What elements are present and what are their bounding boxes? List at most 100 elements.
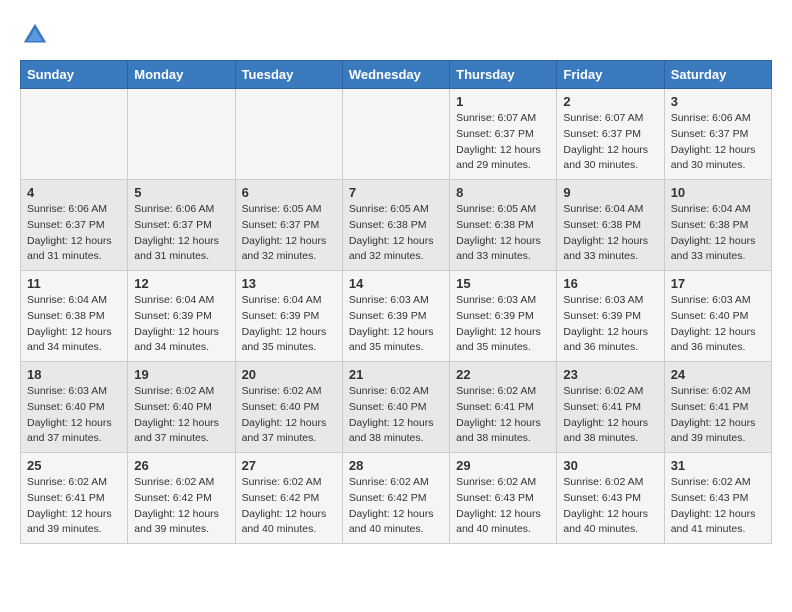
day-cell: 10Sunrise: 6:04 AM Sunset: 6:38 PM Dayli… <box>664 180 771 271</box>
day-number: 25 <box>27 458 121 473</box>
day-info: Sunrise: 6:06 AM Sunset: 6:37 PM Dayligh… <box>27 202 121 265</box>
week-row-3: 11 Sunrise: 6:04 AM Sunset: 6:38 PM Dayli… <box>21 271 772 362</box>
day-info: Sunrise: 6:02 AM Sunset: 6:42 PM Dayligh… <box>134 475 228 538</box>
header-cell-tuesday: Tuesday <box>235 61 342 89</box>
day-number: 12 <box>134 276 228 291</box>
day-info: Sunrise: 6:05 AM Sunset: 6:38 PM Dayligh… <box>349 202 443 265</box>
day-number: 22 <box>456 367 550 382</box>
day-info: Sunrise: 6:04 AM Sunset: 6:39 PM Dayligh… <box>242 293 336 356</box>
day-cell: 7 Sunrise: 6:05 AM Sunset: 6:38 PM Daylig… <box>342 180 449 271</box>
day-info: Sunrise: 6:07 AM Sunset: 6:37 PM Dayligh… <box>456 111 550 174</box>
day-info: Sunrise: 6:04 AM Sunset: 6:38 PM Dayligh… <box>671 202 765 265</box>
day-number: 6 <box>242 185 336 200</box>
day-number: 20 <box>242 367 336 382</box>
day-number: 13 <box>242 276 336 291</box>
week-row-4: 18 Sunrise: 6:03 AM Sunset: 6:40 PM Dayli… <box>21 362 772 453</box>
day-number: 28 <box>349 458 443 473</box>
day-cell: 8 Sunrise: 6:05 AM Sunset: 6:38 PM Daylig… <box>450 180 557 271</box>
day-cell: 30 Sunrise: 6:02 AM Sunset: 6:43 PM Dayli… <box>557 453 664 544</box>
day-info: Sunrise: 6:02 AM Sunset: 6:43 PM Dayligh… <box>563 475 657 538</box>
day-number: 29 <box>456 458 550 473</box>
header-row: SundayMondayTuesdayWednesdayThursdayFrid… <box>21 61 772 89</box>
day-number: 27 <box>242 458 336 473</box>
day-cell: 14Sunrise: 6:03 AM Sunset: 6:39 PM Dayli… <box>342 271 449 362</box>
day-info: Sunrise: 6:02 AM Sunset: 6:41 PM Dayligh… <box>563 384 657 447</box>
day-number: 1 <box>456 94 550 109</box>
day-cell: 5 Sunrise: 6:06 AM Sunset: 6:37 PM Daylig… <box>128 180 235 271</box>
day-number: 21 <box>349 367 443 382</box>
day-cell: 26 Sunrise: 6:02 AM Sunset: 6:42 PM Dayli… <box>128 453 235 544</box>
day-number: 23 <box>563 367 657 382</box>
day-number: 8 <box>456 185 550 200</box>
day-number: 2 <box>563 94 657 109</box>
day-info: Sunrise: 6:06 AM Sunset: 6:37 PM Dayligh… <box>671 111 765 174</box>
day-cell: 25 Sunrise: 6:02 AM Sunset: 6:41 PM Dayli… <box>21 453 128 544</box>
day-cell: 17Sunrise: 6:03 AM Sunset: 6:40 PM Dayli… <box>664 271 771 362</box>
day-info: Sunrise: 6:03 AM Sunset: 6:40 PM Dayligh… <box>27 384 121 447</box>
day-cell: 22Sunrise: 6:02 AM Sunset: 6:41 PM Dayli… <box>450 362 557 453</box>
day-number: 5 <box>134 185 228 200</box>
day-info: Sunrise: 6:04 AM Sunset: 6:39 PM Dayligh… <box>134 293 228 356</box>
day-cell <box>342 89 449 180</box>
day-number: 9 <box>563 185 657 200</box>
day-info: Sunrise: 6:02 AM Sunset: 6:40 PM Dayligh… <box>349 384 443 447</box>
day-cell: 23 Sunrise: 6:02 AM Sunset: 6:41 PM Dayli… <box>557 362 664 453</box>
day-number: 4 <box>27 185 121 200</box>
day-info: Sunrise: 6:02 AM Sunset: 6:41 PM Dayligh… <box>27 475 121 538</box>
header-cell-monday: Monday <box>128 61 235 89</box>
day-number: 7 <box>349 185 443 200</box>
week-row-1: 1 Sunrise: 6:07 AM Sunset: 6:37 PM Daylig… <box>21 89 772 180</box>
day-cell: 31 Sunrise: 6:02 AM Sunset: 6:43 PM Dayli… <box>664 453 771 544</box>
day-info: Sunrise: 6:03 AM Sunset: 6:39 PM Dayligh… <box>456 293 550 356</box>
day-cell: 1 Sunrise: 6:07 AM Sunset: 6:37 PM Daylig… <box>450 89 557 180</box>
day-cell: 18 Sunrise: 6:03 AM Sunset: 6:40 PM Dayli… <box>21 362 128 453</box>
day-cell: 11 Sunrise: 6:04 AM Sunset: 6:38 PM Dayli… <box>21 271 128 362</box>
day-info: Sunrise: 6:03 AM Sunset: 6:39 PM Dayligh… <box>349 293 443 356</box>
day-number: 18 <box>27 367 121 382</box>
day-number: 30 <box>563 458 657 473</box>
day-info: Sunrise: 6:02 AM Sunset: 6:43 PM Dayligh… <box>456 475 550 538</box>
calendar-body: 1 Sunrise: 6:07 AM Sunset: 6:37 PM Daylig… <box>21 89 772 544</box>
day-info: Sunrise: 6:04 AM Sunset: 6:38 PM Dayligh… <box>27 293 121 356</box>
header-cell-friday: Friday <box>557 61 664 89</box>
page-header <box>20 20 772 50</box>
day-cell: 20 Sunrise: 6:02 AM Sunset: 6:40 PM Dayli… <box>235 362 342 453</box>
day-number: 3 <box>671 94 765 109</box>
day-number: 26 <box>134 458 228 473</box>
day-cell <box>128 89 235 180</box>
day-info: Sunrise: 6:03 AM Sunset: 6:39 PM Dayligh… <box>563 293 657 356</box>
day-info: Sunrise: 6:02 AM Sunset: 6:42 PM Dayligh… <box>242 475 336 538</box>
week-row-2: 4 Sunrise: 6:06 AM Sunset: 6:37 PM Daylig… <box>21 180 772 271</box>
day-cell: 29 Sunrise: 6:02 AM Sunset: 6:43 PM Dayli… <box>450 453 557 544</box>
day-number: 31 <box>671 458 765 473</box>
day-cell: 4 Sunrise: 6:06 AM Sunset: 6:37 PM Daylig… <box>21 180 128 271</box>
logo <box>20 20 54 50</box>
day-number: 16 <box>563 276 657 291</box>
day-info: Sunrise: 6:03 AM Sunset: 6:40 PM Dayligh… <box>671 293 765 356</box>
day-cell: 28 Sunrise: 6:02 AM Sunset: 6:42 PM Dayli… <box>342 453 449 544</box>
calendar-header: SundayMondayTuesdayWednesdayThursdayFrid… <box>21 61 772 89</box>
day-cell: 16 Sunrise: 6:03 AM Sunset: 6:39 PM Dayli… <box>557 271 664 362</box>
day-info: Sunrise: 6:05 AM Sunset: 6:37 PM Dayligh… <box>242 202 336 265</box>
day-info: Sunrise: 6:02 AM Sunset: 6:40 PM Dayligh… <box>242 384 336 447</box>
day-cell <box>235 89 342 180</box>
day-info: Sunrise: 6:04 AM Sunset: 6:38 PM Dayligh… <box>563 202 657 265</box>
day-cell: 15 Sunrise: 6:03 AM Sunset: 6:39 PM Dayli… <box>450 271 557 362</box>
day-cell: 12 Sunrise: 6:04 AM Sunset: 6:39 PM Dayli… <box>128 271 235 362</box>
day-cell <box>21 89 128 180</box>
header-cell-thursday: Thursday <box>450 61 557 89</box>
header-cell-wednesday: Wednesday <box>342 61 449 89</box>
day-info: Sunrise: 6:06 AM Sunset: 6:37 PM Dayligh… <box>134 202 228 265</box>
day-cell: 2Sunrise: 6:07 AM Sunset: 6:37 PM Daylig… <box>557 89 664 180</box>
day-info: Sunrise: 6:02 AM Sunset: 6:40 PM Dayligh… <box>134 384 228 447</box>
day-cell: 13 Sunrise: 6:04 AM Sunset: 6:39 PM Dayli… <box>235 271 342 362</box>
day-info: Sunrise: 6:02 AM Sunset: 6:42 PM Dayligh… <box>349 475 443 538</box>
day-info: Sunrise: 6:02 AM Sunset: 6:41 PM Dayligh… <box>671 384 765 447</box>
header-cell-sunday: Sunday <box>21 61 128 89</box>
day-cell: 24Sunrise: 6:02 AM Sunset: 6:41 PM Dayli… <box>664 362 771 453</box>
day-number: 11 <box>27 276 121 291</box>
day-info: Sunrise: 6:02 AM Sunset: 6:43 PM Dayligh… <box>671 475 765 538</box>
day-info: Sunrise: 6:05 AM Sunset: 6:38 PM Dayligh… <box>456 202 550 265</box>
day-cell: 27 Sunrise: 6:02 AM Sunset: 6:42 PM Dayli… <box>235 453 342 544</box>
day-number: 15 <box>456 276 550 291</box>
